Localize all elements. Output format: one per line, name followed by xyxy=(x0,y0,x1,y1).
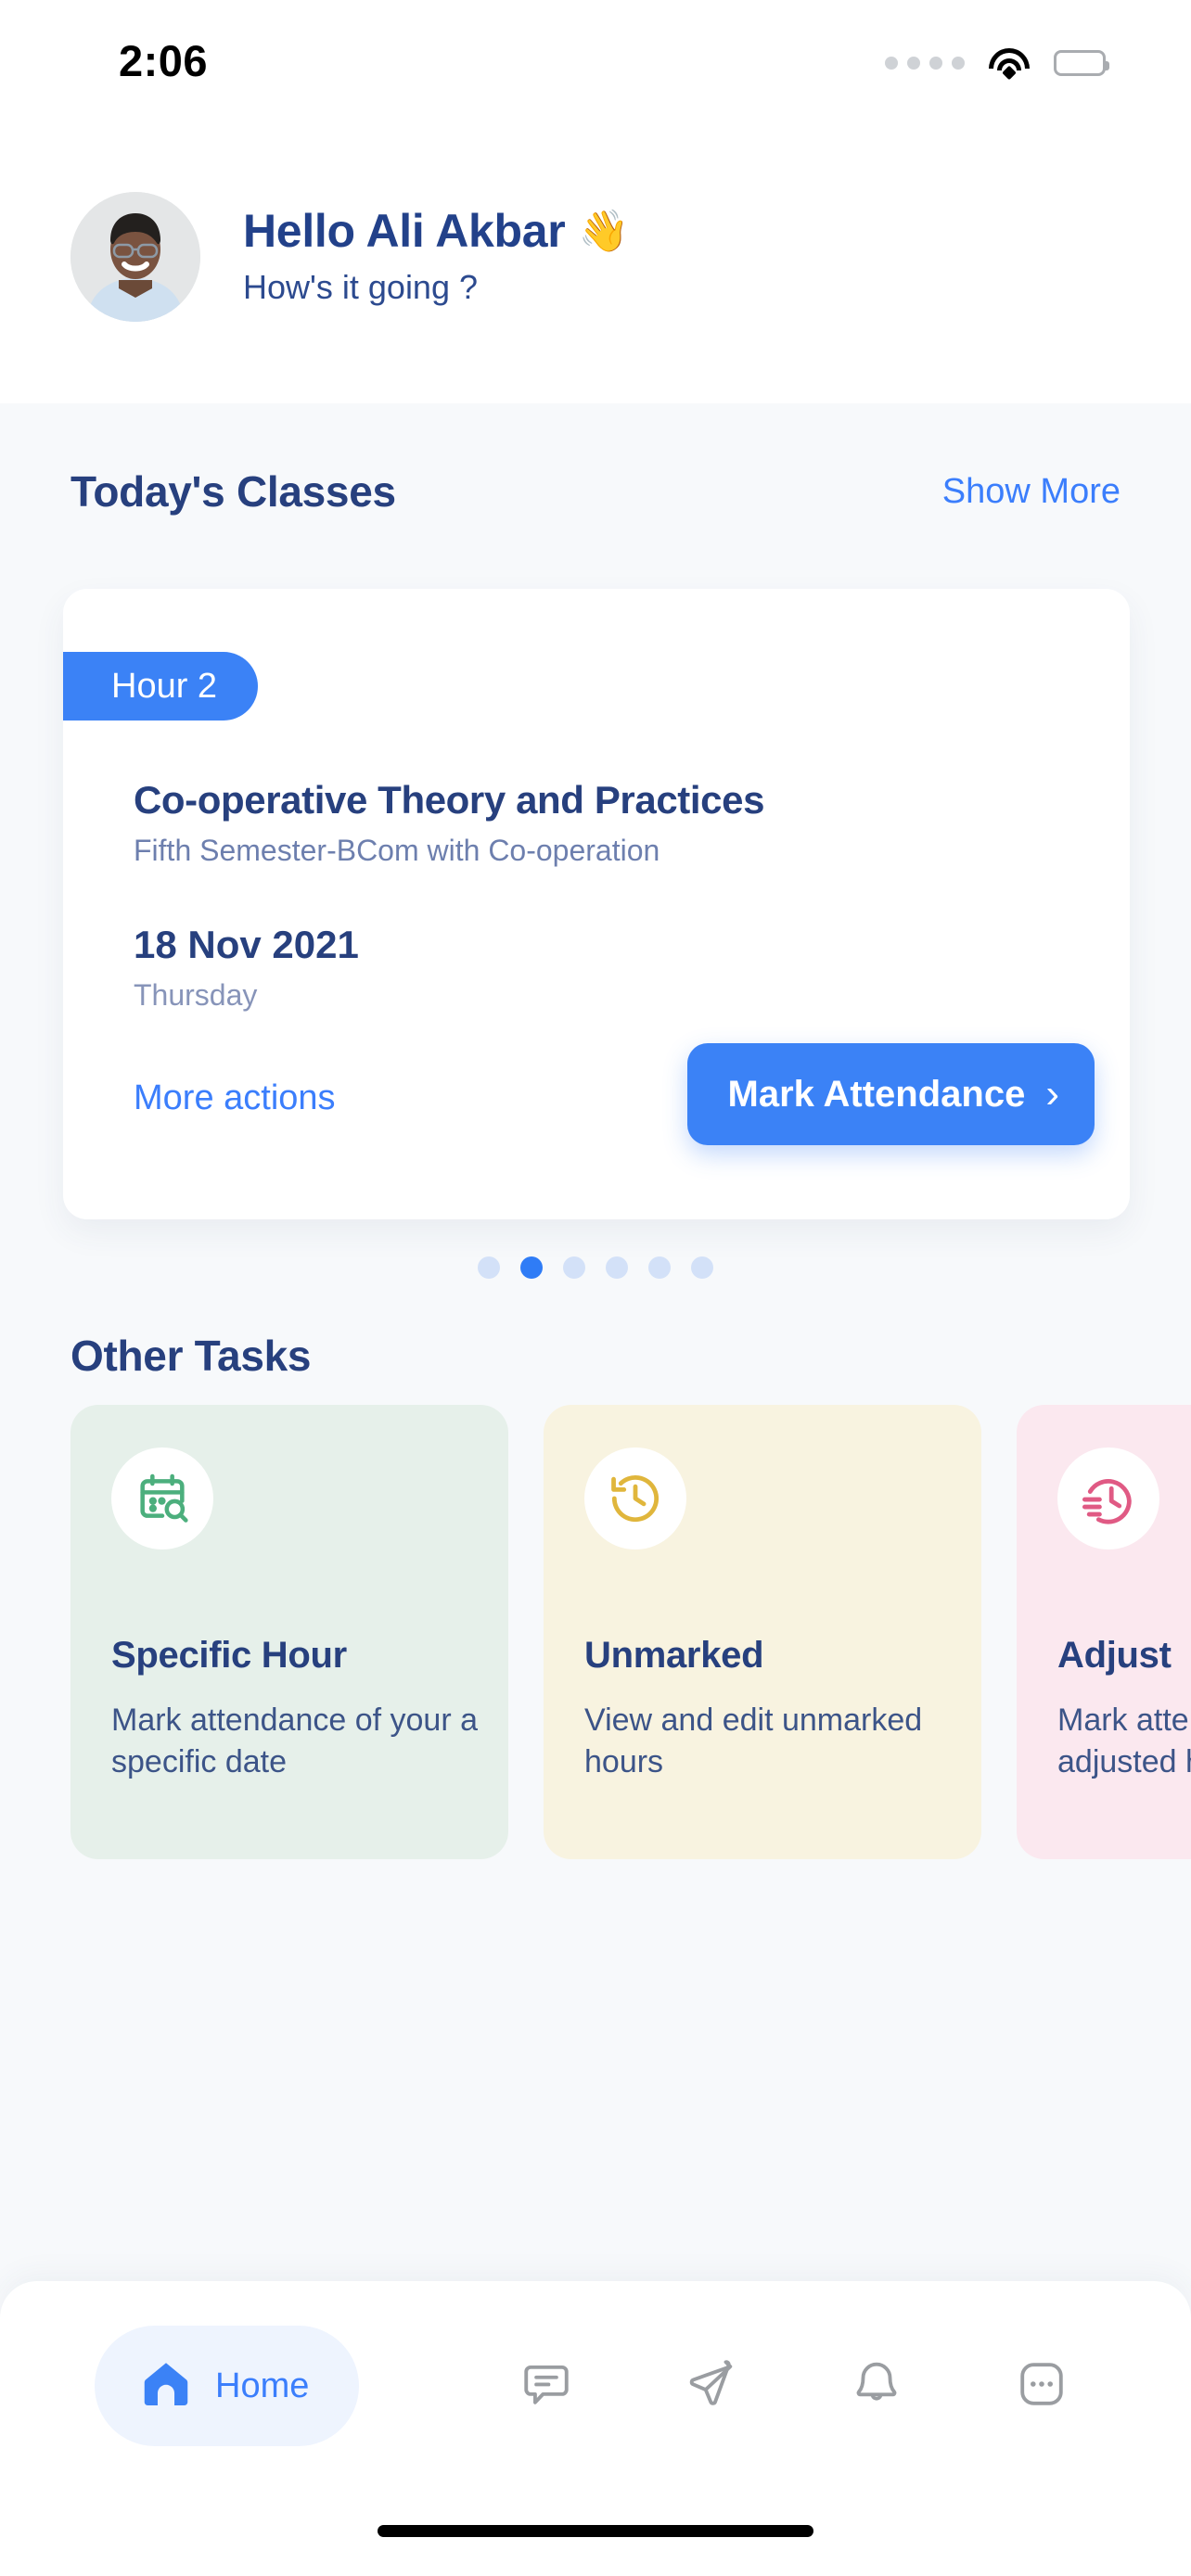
pager-dot[interactable] xyxy=(563,1256,585,1279)
carousel-pagination[interactable] xyxy=(0,1256,1191,1279)
nav-item-messages[interactable] xyxy=(486,2357,607,2416)
more-actions-link[interactable]: More actions xyxy=(134,1078,336,1118)
class-weekday: Thursday xyxy=(134,978,258,1012)
pager-dot[interactable] xyxy=(478,1256,500,1279)
show-more-link[interactable]: Show More xyxy=(942,472,1121,512)
pager-dot[interactable] xyxy=(606,1256,628,1279)
task-title: Adjust xyxy=(1057,1635,1172,1676)
task-description: View and edit unmarked hours xyxy=(584,1702,923,1779)
main-content: Today's Classes Show More Hour 2 Co-oper… xyxy=(0,403,1191,2281)
other-tasks-list[interactable]: Specific Hour Mark attendance of your a … xyxy=(70,1405,1191,1868)
task-title: Specific Hour xyxy=(111,1635,347,1676)
class-date: 18 Nov 2021 xyxy=(134,923,359,966)
class-card[interactable]: Hour 2 Co-operative Theory and Practices… xyxy=(63,589,1130,1219)
task-card-adjust[interactable]: Adjust Mark attendance of your adjusted … xyxy=(1017,1405,1191,1859)
pager-dot-active[interactable] xyxy=(520,1256,543,1279)
calendar-search-icon xyxy=(111,1447,213,1549)
section-title-todays-classes: Today's Classes xyxy=(70,467,396,516)
battery-full-icon xyxy=(1054,50,1109,76)
home-indicator[interactable] xyxy=(378,2525,813,2537)
task-description: Mark attendance of your a specific date xyxy=(111,1702,479,1779)
task-title: Unmarked xyxy=(584,1635,764,1676)
nav-item-send[interactable] xyxy=(651,2357,772,2416)
chat-bubble-icon xyxy=(519,2357,573,2416)
greeting-text: Hello Ali Akbar xyxy=(243,205,566,257)
paper-plane-icon xyxy=(685,2357,738,2416)
task-description: Mark attendance of your adjusted hours xyxy=(1057,1702,1191,1779)
nav-item-home[interactable]: Home xyxy=(95,2326,360,2446)
mark-attendance-label: Mark Attendance xyxy=(727,1073,1026,1115)
page-title: Hello Ali Akbar 👋 xyxy=(243,204,629,258)
clock-lines-icon xyxy=(1057,1447,1159,1549)
status-bar-time: 2:06 xyxy=(119,36,209,85)
task-card-specific-hour[interactable]: Specific Hour Mark attendance of your a … xyxy=(70,1405,508,1859)
clock-history-icon xyxy=(584,1447,686,1549)
pager-dot[interactable] xyxy=(691,1256,713,1279)
phone-screen: 2:06 Hello Ali Akbar 👋 How's it going ? … xyxy=(0,0,1191,2576)
nav-item-notifications[interactable] xyxy=(816,2357,937,2416)
class-subtitle: Fifth Semester-BCom with Co-operation xyxy=(134,834,660,867)
avatar[interactable] xyxy=(70,192,200,322)
waving-hand-icon: 👋 xyxy=(578,209,629,254)
bottom-navigation-bar: Home xyxy=(0,2281,1191,2576)
page-header: Hello Ali Akbar 👋 How's it going ? xyxy=(0,107,1191,403)
wifi-icon xyxy=(989,48,1030,81)
status-bar-indicators xyxy=(885,48,1109,81)
nav-item-home-label: Home xyxy=(215,2366,310,2405)
class-title: Co-operative Theory and Practices xyxy=(134,778,765,822)
hour-badge: Hour 2 xyxy=(63,652,259,721)
signal-dots-icon xyxy=(885,57,965,70)
chevron-right-icon: › xyxy=(1045,1071,1059,1116)
section-title-other-tasks: Other Tasks xyxy=(70,1332,312,1380)
mark-attendance-button[interactable]: Mark Attendance › xyxy=(686,1043,1095,1145)
home-icon xyxy=(137,2355,195,2417)
pager-dot[interactable] xyxy=(648,1256,671,1279)
nav-item-more[interactable] xyxy=(981,2357,1102,2416)
status-bar: 2:06 xyxy=(0,0,1191,107)
todays-classes-header: Today's Classes Show More xyxy=(0,459,1191,524)
bell-icon xyxy=(850,2357,903,2416)
task-card-unmarked[interactable]: Unmarked View and edit unmarked hours xyxy=(544,1405,981,1859)
greeting-subtitle: How's it going ? xyxy=(243,268,479,306)
more-dots-icon xyxy=(1015,2357,1069,2416)
